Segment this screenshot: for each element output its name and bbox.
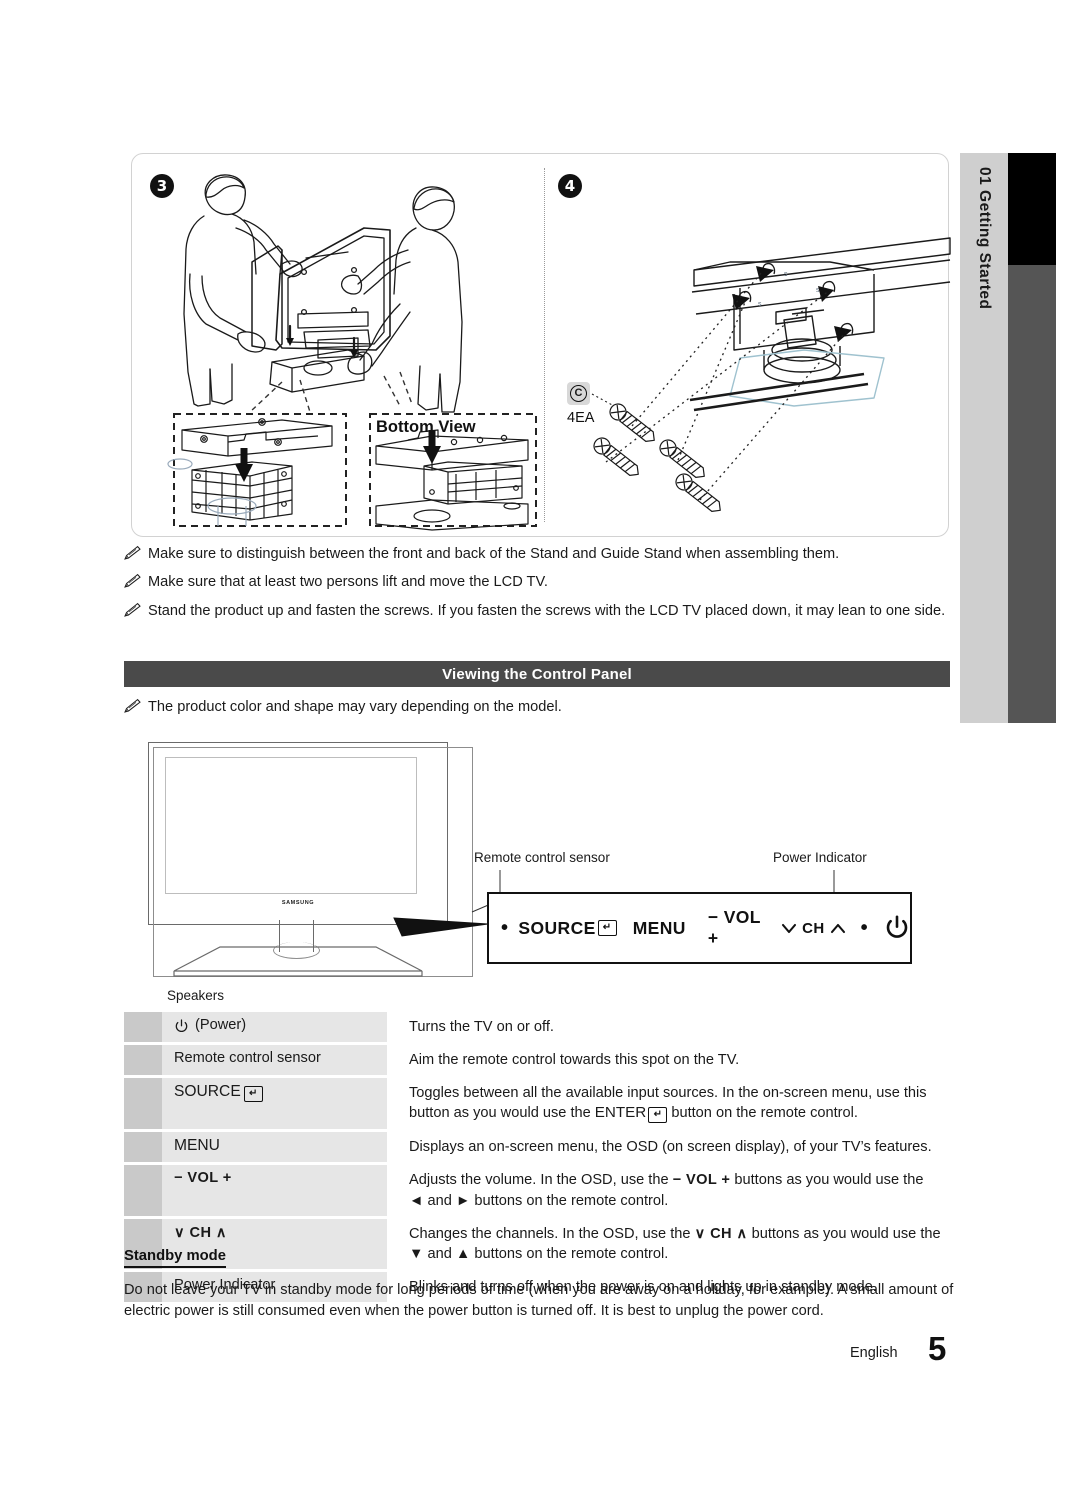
cp-ch-button[interactable]: CH <box>781 920 845 937</box>
standby-mode-heading: Standby mode <box>124 1248 226 1268</box>
svg-text:s: s <box>784 271 788 278</box>
enter-icon: ↵ <box>648 1107 668 1124</box>
assembly-illustration-frame: 3 Bottom View 4 s s s C 4EA <box>131 153 951 538</box>
side-tab-text-container: 01 Getting Started <box>960 153 1008 723</box>
table-cell-description: Adjusts the volume. In the OSD, use the … <box>387 1165 954 1215</box>
cp-vol-label: − VOL + <box>707 907 761 948</box>
desc-line-1: Toggles between all the available input … <box>409 1085 927 1102</box>
table-label-text: ∨ CH ∧ <box>174 1224 227 1241</box>
power-icon <box>886 915 908 938</box>
table-row: (Power) Turns the TV on or off. <box>124 1012 954 1043</box>
label-speakers: Speakers <box>167 988 225 1003</box>
table-row-gutter <box>124 1165 162 1216</box>
table-cell-label: Remote control sensor <box>162 1045 387 1076</box>
sensor-dot-icon: • <box>501 917 509 939</box>
control-panel-callout: • SOURCE ↵ MENU − VOL + CH • <box>487 892 912 964</box>
table-row: ∨ CH ∧ Changes the channels. In the OSD,… <box>124 1218 954 1269</box>
pencil-note-icon <box>124 545 148 561</box>
table-label-text: MENU <box>174 1137 220 1155</box>
desc-line-2: ▼ and ▲ buttons on the remote control. <box>409 1245 669 1262</box>
svg-text:s: s <box>758 301 762 308</box>
note-item: Stand the product up and fasten the scre… <box>124 602 954 621</box>
table-label-text: Remote control sensor <box>174 1050 321 1067</box>
table-row-gutter <box>124 1012 162 1043</box>
table-cell-label: (Power) <box>162 1012 387 1043</box>
section-note-text: The product color and shape may vary dep… <box>148 699 562 715</box>
part-c-quantity: 4EA <box>567 410 595 426</box>
pencil-note-icon <box>124 698 148 717</box>
desc-ch-key: ∨ CH ∧ <box>694 1225 748 1242</box>
desc-line-2-pre: button as you would use the <box>409 1105 595 1122</box>
note-text: Make sure that at least two persons lift… <box>148 574 548 591</box>
power-icon <box>175 1019 188 1032</box>
note-text: Make sure to distinguish between the fro… <box>148 546 840 562</box>
table-label-text: SOURCE <box>174 1083 241 1101</box>
table-cell-description: Changes the channels. In the OSD, use th… <box>387 1219 954 1269</box>
pencil-note-icon <box>124 602 148 618</box>
table-row-gutter <box>124 1078 162 1130</box>
desc-enter-key: ENTER <box>594 1104 647 1122</box>
assembly-step-3-panel: 3 Bottom View <box>132 154 544 538</box>
side-tab-black-marker <box>1008 153 1056 265</box>
power-indicator-dot-icon: • <box>860 917 868 939</box>
part-c-letter: C <box>570 385 587 402</box>
section-header-title: Viewing the Control Panel <box>442 665 632 683</box>
table-cell-label: SOURCE ↵ <box>162 1078 387 1130</box>
cp-ch-label: CH <box>802 919 825 937</box>
side-tab-label: 01 Getting Started <box>976 167 993 310</box>
desc-line-1-post: buttons as you would use the <box>730 1172 924 1189</box>
pencil-note-icon <box>124 573 148 589</box>
enter-icon: ↵ <box>597 920 617 936</box>
cp-power-button[interactable] <box>884 915 910 941</box>
note-item: Make sure to distinguish between the fro… <box>124 545 954 564</box>
assembly-step-4-panel: 4 s s s C 4EA <box>544 154 951 538</box>
part-c-badge: C <box>567 382 590 405</box>
table-row: Remote control sensor Aim the remote con… <box>124 1045 954 1076</box>
chapter-side-tab: 01 Getting Started <box>960 153 1080 723</box>
table-cell-description: Displays an on-screen menu, the OSD (on … <box>409 1139 932 1156</box>
table-row-gutter <box>124 1045 162 1076</box>
standby-mode-body: Do not leave your TV in standby mode for… <box>124 1282 954 1319</box>
table-cell-description: Aim the remote control towards this spot… <box>409 1052 740 1069</box>
table-cell-label: − VOL + <box>162 1165 387 1216</box>
chevron-up-icon <box>830 923 845 933</box>
assembly-notes-list: Make sure to distinguish between the fro… <box>124 545 954 630</box>
enter-icon: ↵ <box>243 1086 263 1103</box>
cp-menu-button[interactable]: MENU <box>633 918 686 939</box>
table-cell-description: Toggles between all the available input … <box>387 1078 954 1129</box>
desc-line-2: ◄ and ► buttons on the remote control. <box>409 1192 669 1209</box>
table-cell-description: Turns the TV on or off. <box>409 1019 554 1035</box>
tv-brand-logo: SAMSUNG <box>281 900 315 906</box>
label-power-indicator: Power Indicator <box>773 850 867 865</box>
table-label-text: (Power) <box>195 1017 247 1033</box>
desc-vol-key: − VOL + <box>672 1172 731 1189</box>
desc-line-1-pre: Changes the channels. In the OSD, use th… <box>409 1225 695 1242</box>
footer-language: English <box>850 1345 898 1361</box>
tv-screen <box>165 757 417 894</box>
label-remote-control-sensor: Remote control sensor <box>474 850 610 865</box>
desc-line-2-post: button on the remote control. <box>667 1105 858 1122</box>
control-panel-button-row: • SOURCE ↵ MENU − VOL + CH • <box>489 907 910 949</box>
cp-menu-label: MENU <box>632 917 686 938</box>
table-row-gutter <box>124 1132 162 1163</box>
note-text: Stand the product up and fasten the scre… <box>148 602 946 619</box>
table-row: MENU Displays an on-screen menu, the OSD… <box>124 1132 954 1163</box>
chevron-down-icon <box>782 923 797 933</box>
section-note-row: The product color and shape may vary dep… <box>124 698 954 717</box>
bottom-view-label: Bottom View <box>376 418 476 436</box>
table-row: − VOL + Adjusts the volume. In the OSD, … <box>124 1165 954 1216</box>
desc-line-1-post: buttons as you would use the <box>747 1225 941 1242</box>
cp-source-button[interactable]: SOURCE ↵ <box>518 917 617 939</box>
desc-line-1-pre: Adjusts the volume. In the OSD, use the <box>409 1172 673 1189</box>
footer-page-number: 5 <box>928 1330 947 1367</box>
manual-page: 01 Getting Started 3 Bottom View 4 s s s… <box>0 0 1080 1494</box>
note-item: Make sure that at least two persons lift… <box>124 573 954 592</box>
cp-vol-button[interactable]: − VOL + <box>708 907 761 949</box>
table-label-text: − VOL + <box>174 1170 232 1187</box>
cp-source-label: SOURCE <box>518 917 596 938</box>
table-cell-label: MENU <box>162 1132 387 1163</box>
section-header-viewing-control-panel: Viewing the Control Panel <box>124 661 950 687</box>
table-row: SOURCE ↵ Toggles between all the availab… <box>124 1078 954 1130</box>
control-panel-table: (Power) Turns the TV on or off. Remote c… <box>124 1012 954 1305</box>
